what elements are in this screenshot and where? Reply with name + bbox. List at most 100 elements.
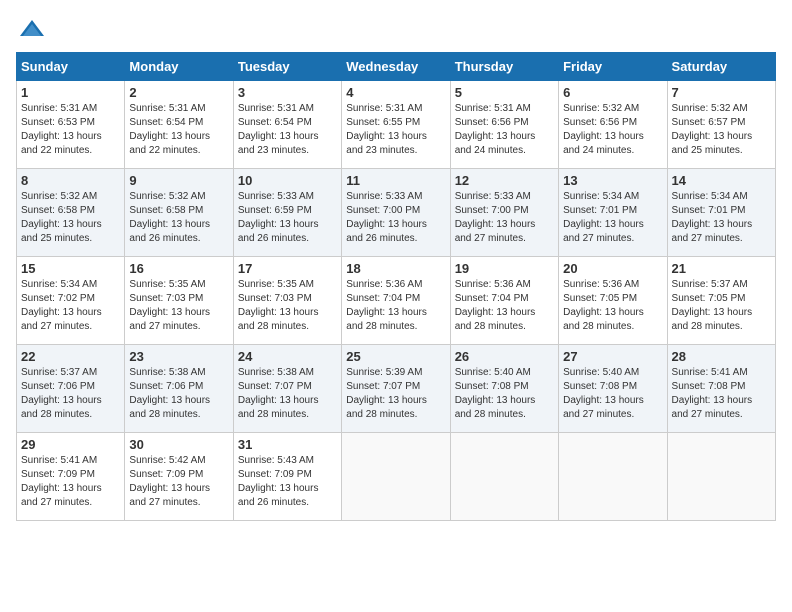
day-number: 3 xyxy=(238,85,337,100)
day-info: Sunrise: 5:34 AMSunset: 7:01 PMDaylight:… xyxy=(563,191,644,244)
day-info: Sunrise: 5:32 AMSunset: 6:58 PMDaylight:… xyxy=(129,191,210,244)
day-number: 22 xyxy=(21,349,120,364)
calendar-week-row: 22 Sunrise: 5:37 AMSunset: 7:06 PMDaylig… xyxy=(17,345,776,433)
day-info: Sunrise: 5:33 AMSunset: 6:59 PMDaylight:… xyxy=(238,191,319,244)
day-info: Sunrise: 5:32 AMSunset: 6:58 PMDaylight:… xyxy=(21,191,102,244)
day-info: Sunrise: 5:41 AMSunset: 7:09 PMDaylight:… xyxy=(21,455,102,508)
logo xyxy=(16,16,46,44)
logo-icon xyxy=(18,16,46,44)
day-info: Sunrise: 5:40 AMSunset: 7:08 PMDaylight:… xyxy=(455,367,536,420)
calendar-week-row: 1 Sunrise: 5:31 AMSunset: 6:53 PMDayligh… xyxy=(17,81,776,169)
day-info: Sunrise: 5:36 AMSunset: 7:04 PMDaylight:… xyxy=(455,279,536,332)
header-saturday: Saturday xyxy=(667,53,775,81)
calendar-header-row: SundayMondayTuesdayWednesdayThursdayFrid… xyxy=(17,53,776,81)
calendar-cell: 9 Sunrise: 5:32 AMSunset: 6:58 PMDayligh… xyxy=(125,169,233,257)
calendar-cell: 1 Sunrise: 5:31 AMSunset: 6:53 PMDayligh… xyxy=(17,81,125,169)
day-number: 14 xyxy=(672,173,771,188)
calendar-week-row: 15 Sunrise: 5:34 AMSunset: 7:02 PMDaylig… xyxy=(17,257,776,345)
day-number: 2 xyxy=(129,85,228,100)
day-number: 25 xyxy=(346,349,445,364)
calendar-cell xyxy=(667,433,775,521)
day-number: 10 xyxy=(238,173,337,188)
calendar-cell: 16 Sunrise: 5:35 AMSunset: 7:03 PMDaylig… xyxy=(125,257,233,345)
header-thursday: Thursday xyxy=(450,53,558,81)
day-info: Sunrise: 5:35 AMSunset: 7:03 PMDaylight:… xyxy=(238,279,319,332)
header-sunday: Sunday xyxy=(17,53,125,81)
day-number: 17 xyxy=(238,261,337,276)
day-number: 15 xyxy=(21,261,120,276)
day-number: 29 xyxy=(21,437,120,452)
day-number: 26 xyxy=(455,349,554,364)
calendar-cell: 18 Sunrise: 5:36 AMSunset: 7:04 PMDaylig… xyxy=(342,257,450,345)
calendar-cell: 11 Sunrise: 5:33 AMSunset: 7:00 PMDaylig… xyxy=(342,169,450,257)
day-number: 1 xyxy=(21,85,120,100)
day-info: Sunrise: 5:40 AMSunset: 7:08 PMDaylight:… xyxy=(563,367,644,420)
day-number: 24 xyxy=(238,349,337,364)
day-number: 27 xyxy=(563,349,662,364)
calendar-cell xyxy=(559,433,667,521)
day-number: 21 xyxy=(672,261,771,276)
calendar-cell: 7 Sunrise: 5:32 AMSunset: 6:57 PMDayligh… xyxy=(667,81,775,169)
day-number: 12 xyxy=(455,173,554,188)
day-number: 30 xyxy=(129,437,228,452)
calendar-cell: 19 Sunrise: 5:36 AMSunset: 7:04 PMDaylig… xyxy=(450,257,558,345)
calendar-cell: 26 Sunrise: 5:40 AMSunset: 7:08 PMDaylig… xyxy=(450,345,558,433)
page-header xyxy=(16,16,776,44)
header-monday: Monday xyxy=(125,53,233,81)
day-info: Sunrise: 5:41 AMSunset: 7:08 PMDaylight:… xyxy=(672,367,753,420)
calendar-cell: 6 Sunrise: 5:32 AMSunset: 6:56 PMDayligh… xyxy=(559,81,667,169)
day-number: 5 xyxy=(455,85,554,100)
day-info: Sunrise: 5:42 AMSunset: 7:09 PMDaylight:… xyxy=(129,455,210,508)
calendar-cell: 15 Sunrise: 5:34 AMSunset: 7:02 PMDaylig… xyxy=(17,257,125,345)
day-info: Sunrise: 5:32 AMSunset: 6:56 PMDaylight:… xyxy=(563,103,644,156)
day-info: Sunrise: 5:33 AMSunset: 7:00 PMDaylight:… xyxy=(455,191,536,244)
day-number: 11 xyxy=(346,173,445,188)
day-number: 31 xyxy=(238,437,337,452)
header-wednesday: Wednesday xyxy=(342,53,450,81)
day-info: Sunrise: 5:37 AMSunset: 7:05 PMDaylight:… xyxy=(672,279,753,332)
day-info: Sunrise: 5:34 AMSunset: 7:02 PMDaylight:… xyxy=(21,279,102,332)
day-number: 28 xyxy=(672,349,771,364)
day-info: Sunrise: 5:38 AMSunset: 7:07 PMDaylight:… xyxy=(238,367,319,420)
day-info: Sunrise: 5:36 AMSunset: 7:04 PMDaylight:… xyxy=(346,279,427,332)
day-info: Sunrise: 5:31 AMSunset: 6:54 PMDaylight:… xyxy=(129,103,210,156)
day-number: 20 xyxy=(563,261,662,276)
calendar-cell: 10 Sunrise: 5:33 AMSunset: 6:59 PMDaylig… xyxy=(233,169,341,257)
calendar-cell: 8 Sunrise: 5:32 AMSunset: 6:58 PMDayligh… xyxy=(17,169,125,257)
calendar-cell: 5 Sunrise: 5:31 AMSunset: 6:56 PMDayligh… xyxy=(450,81,558,169)
calendar-cell: 22 Sunrise: 5:37 AMSunset: 7:06 PMDaylig… xyxy=(17,345,125,433)
day-number: 7 xyxy=(672,85,771,100)
calendar-cell: 28 Sunrise: 5:41 AMSunset: 7:08 PMDaylig… xyxy=(667,345,775,433)
calendar-cell: 4 Sunrise: 5:31 AMSunset: 6:55 PMDayligh… xyxy=(342,81,450,169)
day-info: Sunrise: 5:35 AMSunset: 7:03 PMDaylight:… xyxy=(129,279,210,332)
day-number: 9 xyxy=(129,173,228,188)
calendar-cell: 17 Sunrise: 5:35 AMSunset: 7:03 PMDaylig… xyxy=(233,257,341,345)
calendar-cell: 13 Sunrise: 5:34 AMSunset: 7:01 PMDaylig… xyxy=(559,169,667,257)
calendar-cell: 20 Sunrise: 5:36 AMSunset: 7:05 PMDaylig… xyxy=(559,257,667,345)
header-tuesday: Tuesday xyxy=(233,53,341,81)
calendar-table: SundayMondayTuesdayWednesdayThursdayFrid… xyxy=(16,52,776,521)
day-info: Sunrise: 5:34 AMSunset: 7:01 PMDaylight:… xyxy=(672,191,753,244)
day-info: Sunrise: 5:39 AMSunset: 7:07 PMDaylight:… xyxy=(346,367,427,420)
day-info: Sunrise: 5:32 AMSunset: 6:57 PMDaylight:… xyxy=(672,103,753,156)
calendar-week-row: 8 Sunrise: 5:32 AMSunset: 6:58 PMDayligh… xyxy=(17,169,776,257)
day-info: Sunrise: 5:31 AMSunset: 6:53 PMDaylight:… xyxy=(21,103,102,156)
day-number: 13 xyxy=(563,173,662,188)
calendar-cell: 23 Sunrise: 5:38 AMSunset: 7:06 PMDaylig… xyxy=(125,345,233,433)
day-info: Sunrise: 5:31 AMSunset: 6:54 PMDaylight:… xyxy=(238,103,319,156)
calendar-cell: 31 Sunrise: 5:43 AMSunset: 7:09 PMDaylig… xyxy=(233,433,341,521)
calendar-cell: 14 Sunrise: 5:34 AMSunset: 7:01 PMDaylig… xyxy=(667,169,775,257)
day-info: Sunrise: 5:31 AMSunset: 6:55 PMDaylight:… xyxy=(346,103,427,156)
calendar-cell: 25 Sunrise: 5:39 AMSunset: 7:07 PMDaylig… xyxy=(342,345,450,433)
calendar-cell: 27 Sunrise: 5:40 AMSunset: 7:08 PMDaylig… xyxy=(559,345,667,433)
calendar-cell: 12 Sunrise: 5:33 AMSunset: 7:00 PMDaylig… xyxy=(450,169,558,257)
day-info: Sunrise: 5:43 AMSunset: 7:09 PMDaylight:… xyxy=(238,455,319,508)
day-info: Sunrise: 5:33 AMSunset: 7:00 PMDaylight:… xyxy=(346,191,427,244)
day-number: 19 xyxy=(455,261,554,276)
day-number: 8 xyxy=(21,173,120,188)
calendar-cell: 2 Sunrise: 5:31 AMSunset: 6:54 PMDayligh… xyxy=(125,81,233,169)
calendar-cell xyxy=(342,433,450,521)
day-number: 16 xyxy=(129,261,228,276)
day-number: 23 xyxy=(129,349,228,364)
calendar-week-row: 29 Sunrise: 5:41 AMSunset: 7:09 PMDaylig… xyxy=(17,433,776,521)
